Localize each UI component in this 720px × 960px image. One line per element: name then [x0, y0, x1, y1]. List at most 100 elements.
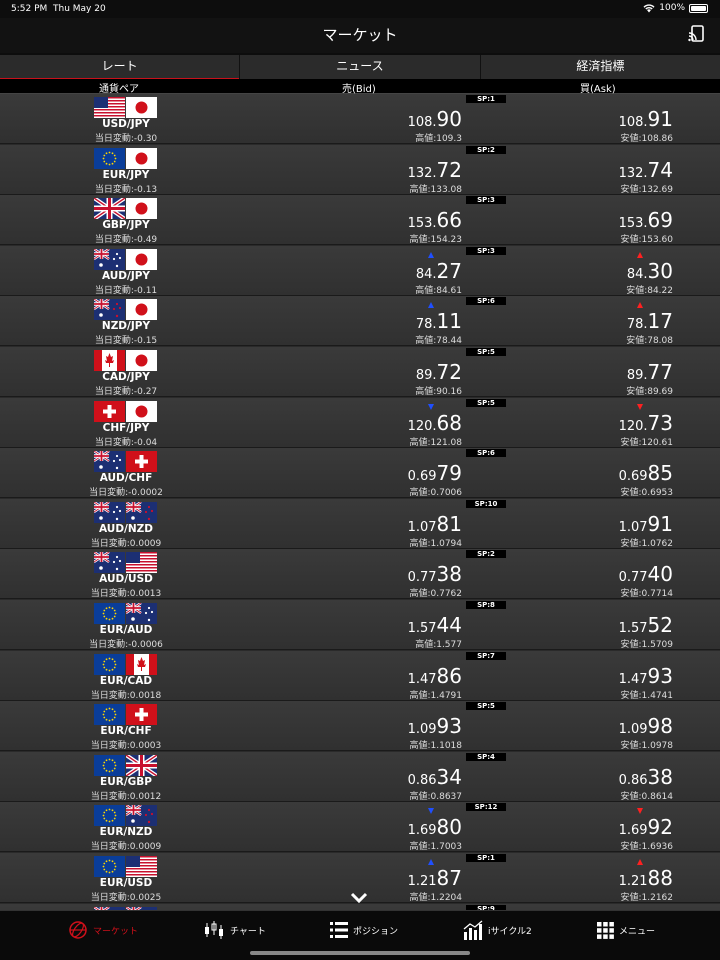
spread-badge: SP:5	[466, 348, 506, 356]
bid-price[interactable]: 0.6979	[312, 461, 462, 485]
nav-market[interactable]: マーケット	[68, 919, 138, 941]
ask-price[interactable]: 153.69	[523, 208, 673, 232]
daily-change: 当日変動:0.0018	[90, 690, 162, 701]
low-value: 安値:1.2162	[620, 893, 673, 903]
bid-price[interactable]: 1.5744	[312, 613, 462, 637]
rate-row[interactable]: AUD/JPY 当日変動:-0.11 SP:3 84.27 84.30 高値:84.61 安…	[0, 245, 720, 296]
ask-price[interactable]: 108.91	[523, 107, 673, 131]
low-value: 安値:1.4741	[620, 690, 673, 701]
ask-price[interactable]: 1.0998	[523, 714, 673, 738]
bid-price[interactable]: 0.8634	[312, 765, 462, 789]
daily-change: 当日変動:-0.27	[94, 387, 158, 397]
flag-jp-icon	[126, 147, 157, 169]
rate-list[interactable]: USD/JPY 当日変動:-0.30 SP:1 108.90 108.91 高値:109.…	[0, 94, 720, 910]
nav-icycle-label: iサイクル2	[488, 926, 532, 937]
rate-row[interactable]: CAD/JPY 当日変動:-0.27 SP:5 89.72 89.77 高値:90.16 安…	[0, 347, 720, 397]
nav-menu[interactable]: メニュー	[597, 919, 655, 941]
ask-price[interactable]: 89.77	[523, 360, 673, 384]
ask-price[interactable]: 1.0791	[523, 512, 673, 536]
rate-row[interactable]: EUR/GBP 当日変動:0.0012 SP:4 0.8634 0.8638 高値:0.8…	[0, 751, 720, 802]
ask-price-pips: 38	[647, 764, 673, 789]
currency-flags	[94, 400, 158, 422]
ask-price[interactable]: 132.74	[523, 158, 673, 182]
tab-economic-indicators[interactable]: 経済指標	[481, 55, 720, 79]
bid-price[interactable]: 0.7738	[312, 562, 462, 586]
currency-pair-label: AUD/USD	[99, 573, 153, 586]
bid-price-major: 1.07	[407, 519, 437, 535]
currency-flags	[94, 147, 158, 169]
ask-price[interactable]: 1.4793	[523, 664, 673, 688]
ask-price-pips: 73	[647, 410, 673, 435]
bid-price[interactable]: 1.6980	[312, 815, 462, 839]
rate-row[interactable]: AUD/USD 当日変動:0.0013 SP:2 0.7738 0.7740 高値:0.7…	[0, 549, 720, 600]
ask-price[interactable]: 1.2188	[523, 866, 673, 890]
ask-price[interactable]: 0.8638	[523, 765, 673, 789]
bid-price-major: 132.	[407, 165, 437, 181]
ask-price-pips: 88	[647, 866, 673, 890]
bid-price[interactable]: 1.0781	[312, 512, 462, 536]
ask-price-pips: 40	[647, 562, 673, 587]
bid-price[interactable]: 120.68	[312, 411, 462, 435]
spread-badge: SP:4	[466, 752, 506, 761]
flag-us-icon	[126, 552, 157, 574]
bid-price[interactable]: 89.72	[312, 360, 462, 384]
candlestick-chart-icon	[205, 921, 223, 939]
nav-chart[interactable]: チャート	[203, 919, 266, 941]
grid-menu-icon	[597, 921, 614, 939]
nav-icycle[interactable]: iサイクル2	[463, 919, 532, 941]
bid-up-arrow-icon	[428, 859, 434, 865]
rate-row[interactable]: CHF/JPY 当日変動:-0.04 SP:5 120.68 120.73 高値:121.…	[0, 397, 720, 448]
rate-row[interactable]: EUR/CAD 当日変動:0.0018 SP:7 1.4786 1.4793 高値:1.4…	[0, 650, 720, 701]
low-value: 安値:1.6936	[620, 842, 673, 853]
bid-price[interactable]: 1.4786	[312, 664, 462, 688]
bid-price[interactable]: 78.11	[312, 309, 462, 333]
bid-price[interactable]: 84.27	[312, 259, 462, 283]
ask-price[interactable]: 120.73	[523, 411, 673, 435]
bid-up-arrow-icon	[428, 302, 434, 309]
rate-row[interactable]: AUD/NZD 当日変動:0.0009 SP:10 1.0781 1.0791 高値:1.…	[0, 498, 720, 549]
bid-price-pips: 38	[436, 562, 462, 587]
tab-news[interactable]: ニュース	[240, 55, 481, 79]
daily-change: 当日変動:0.0009	[90, 842, 162, 853]
rate-row[interactable]: AUD/CHF 当日変動:-0.0002 SP:6 0.6979 0.6985 高値:0.…	[0, 448, 720, 499]
rate-row[interactable]: EUR/NZD 当日変動:0.0009 SP:12 1.6980 1.6992 高値:1.…	[0, 802, 720, 853]
ask-price-pips: 52	[647, 613, 673, 637]
rate-row[interactable]: EUR/AUD 当日変動:-0.0006 SP:8 1.5744 1.5752 高値:1.…	[0, 600, 720, 650]
bid-price[interactable]: 132.72	[312, 158, 462, 182]
ask-price[interactable]: 0.6985	[523, 461, 673, 485]
flag-nz-icon	[94, 299, 125, 321]
ask-price-major: 0.77	[618, 570, 648, 586]
ask-price[interactable]: 84.30	[523, 259, 673, 283]
rate-row[interactable]: EUR/JPY 当日変動:-0.13 SP:2 132.72 132.74 高値:133.…	[0, 144, 720, 195]
spread-badge: SP:1	[466, 854, 506, 862]
ask-price-major: 78.	[626, 317, 648, 333]
ask-price-major: 132.	[618, 165, 648, 181]
screen-share-icon[interactable]	[686, 24, 706, 44]
daily-change: 当日変動:-0.15	[94, 336, 158, 347]
bid-price[interactable]: 153.66	[312, 208, 462, 232]
rate-row[interactable]: EUR/CHF 当日変動:0.0003 SP:5 1.0993 1.0998 高値:1.1…	[0, 701, 720, 752]
low-value: 安値:89.69	[626, 387, 673, 397]
chevron-down-icon[interactable]	[350, 892, 368, 904]
ask-price[interactable]: 1.6992	[523, 815, 673, 839]
nav-position[interactable]: ポジション	[330, 919, 398, 941]
spread-badge: SP:10	[466, 499, 506, 508]
ask-price[interactable]: 0.7740	[523, 562, 673, 586]
status-date: Thu May 20	[53, 4, 106, 14]
rate-row[interactable]: GBP/JPY 当日変動:-0.49 SP:3 153.66 153.69 高値:154.…	[0, 195, 720, 246]
tab-rate[interactable]: レート	[0, 55, 241, 81]
daily-change: 当日変動:-0.13	[94, 184, 158, 195]
bid-price[interactable]: 108.90	[312, 107, 462, 131]
rate-row[interactable]: NZD/JPY 当日変動:-0.15 SP:6 78.11 78.17 高値:78.44 安…	[0, 296, 720, 347]
ask-price[interactable]: 1.5752	[523, 613, 673, 637]
status-right: 100%	[643, 3, 708, 13]
bid-price[interactable]: 1.2187	[312, 866, 462, 890]
nav-market-label: マーケット	[93, 926, 139, 937]
ask-up-arrow-icon	[637, 302, 643, 309]
column-bid-label: 売(Bid)	[342, 84, 376, 95]
column-header: 通貨ペア 売(Bid) 買(Ask)	[0, 79, 720, 95]
ask-price[interactable]: 78.17	[523, 309, 673, 333]
low-value: 安値:120.61	[620, 437, 673, 448]
rate-row[interactable]: USD/JPY 当日変動:-0.30 SP:1 108.90 108.91 高値:109.…	[0, 94, 720, 144]
bid-price[interactable]: 1.0993	[312, 714, 462, 738]
